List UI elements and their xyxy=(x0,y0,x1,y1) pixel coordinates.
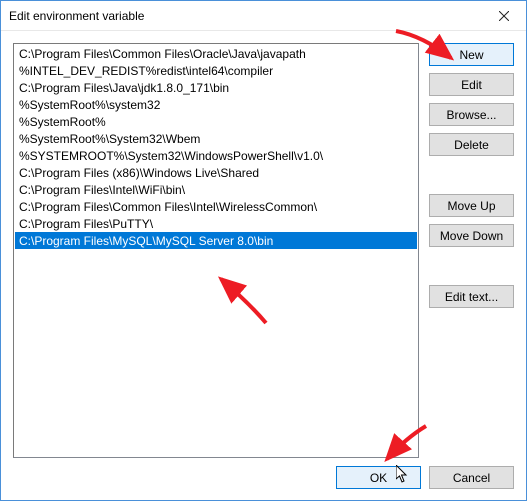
cancel-button[interactable]: Cancel xyxy=(429,466,514,489)
path-item[interactable]: %INTEL_DEV_REDIST%redist\intel64\compile… xyxy=(15,62,417,79)
path-item[interactable]: C:\Program Files\Java\jdk1.8.0_171\bin xyxy=(15,79,417,96)
path-item[interactable]: C:\Program Files (x86)\Windows Live\Shar… xyxy=(15,164,417,181)
new-button[interactable]: New xyxy=(429,43,514,66)
path-item[interactable]: %SystemRoot%\System32\Wbem xyxy=(15,130,417,147)
path-item[interactable]: %SystemRoot%\system32 xyxy=(15,96,417,113)
path-item[interactable]: %SYSTEMROOT%\System32\WindowsPowerShell\… xyxy=(15,147,417,164)
footer: OK Cancel xyxy=(1,466,526,501)
ok-button[interactable]: OK xyxy=(336,466,421,489)
path-item[interactable]: C:\Program Files\Intel\WiFi\bin\ xyxy=(15,181,417,198)
delete-button[interactable]: Delete xyxy=(429,133,514,156)
path-item[interactable]: C:\Program Files\PuTTY\ xyxy=(15,215,417,232)
path-item[interactable]: %SystemRoot% xyxy=(15,113,417,130)
path-listbox[interactable]: C:\Program Files\Common Files\Oracle\Jav… xyxy=(13,43,419,458)
edit-button[interactable]: Edit xyxy=(429,73,514,96)
dialog-window: Edit environment variable C:\Program Fil… xyxy=(0,0,527,501)
titlebar: Edit environment variable xyxy=(1,1,526,31)
browse-button[interactable]: Browse... xyxy=(429,103,514,126)
window-title: Edit environment variable xyxy=(9,9,481,23)
path-item[interactable]: C:\Program Files\Common Files\Oracle\Jav… xyxy=(15,45,417,62)
move-down-button[interactable]: Move Down xyxy=(429,224,514,247)
edit-text-button[interactable]: Edit text... xyxy=(429,285,514,308)
path-item[interactable]: C:\Program Files\Common Files\Intel\Wire… xyxy=(15,198,417,215)
content-area: C:\Program Files\Common Files\Oracle\Jav… xyxy=(1,31,526,466)
close-button[interactable] xyxy=(481,1,526,30)
move-up-button[interactable]: Move Up xyxy=(429,194,514,217)
button-column: New Edit Browse... Delete Move Up Move D… xyxy=(429,43,514,458)
path-item[interactable]: C:\Program Files\MySQL\MySQL Server 8.0\… xyxy=(15,232,417,249)
close-icon xyxy=(499,11,509,21)
